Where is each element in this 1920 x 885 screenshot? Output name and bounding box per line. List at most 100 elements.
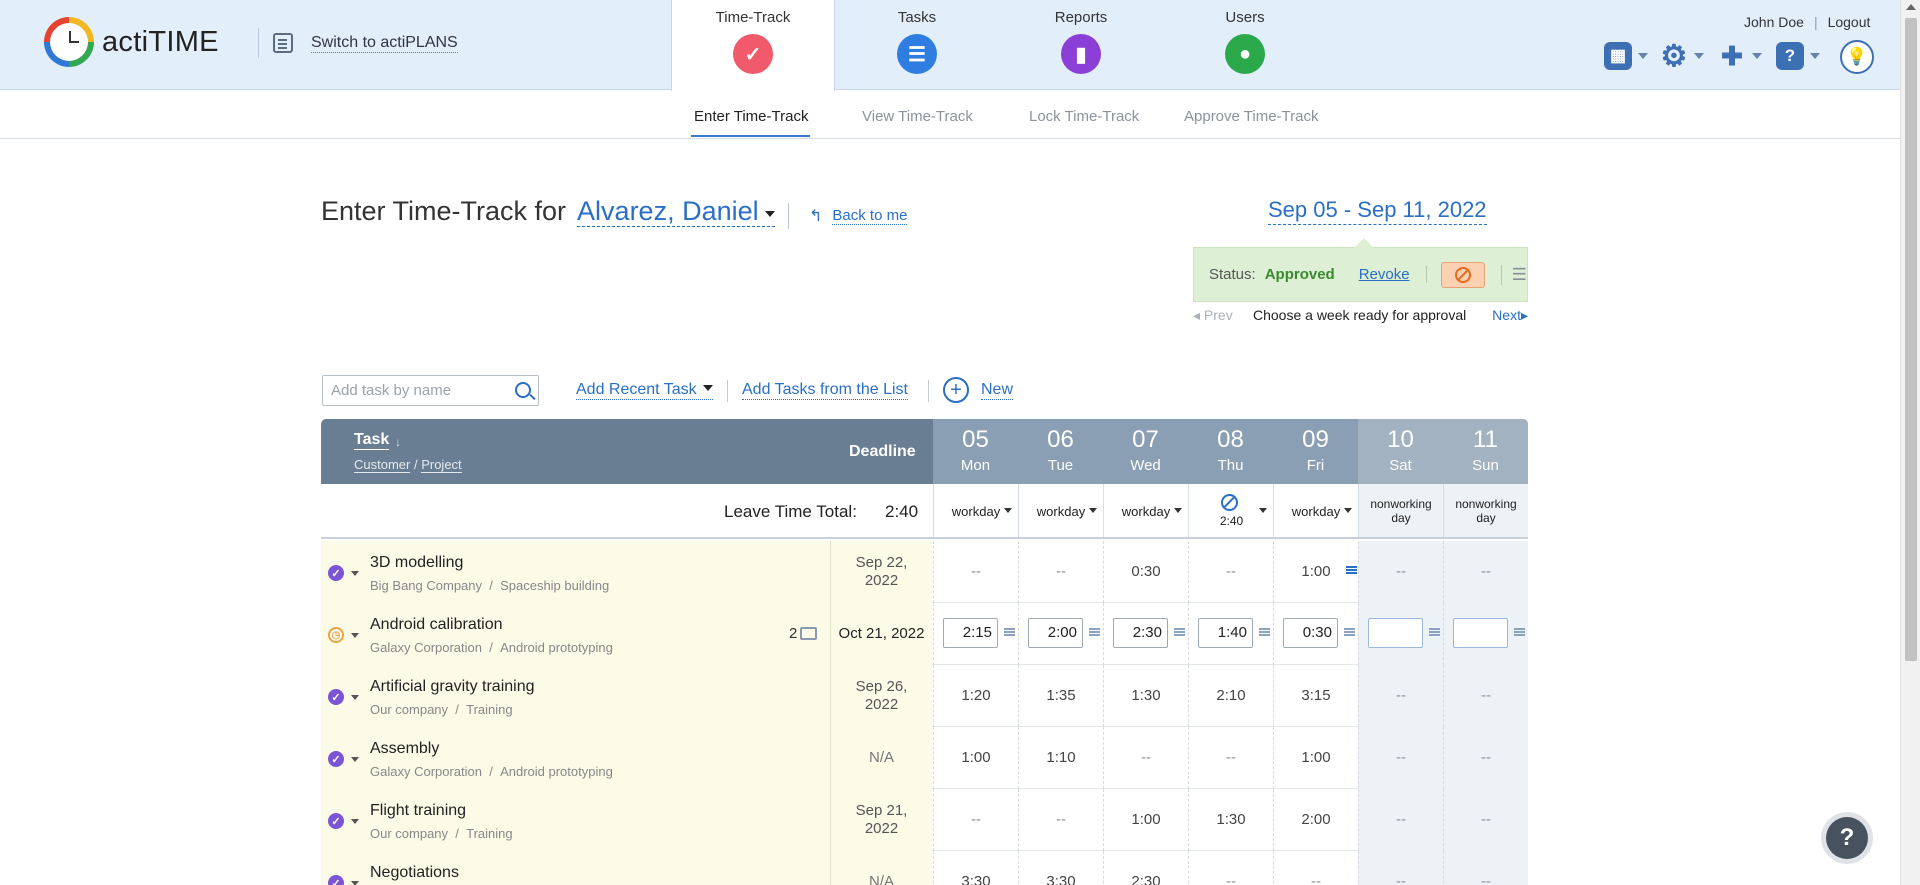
task-name[interactable]: Assembly [370,740,439,758]
next-week-link[interactable]: Next▸ [1492,307,1528,324]
tab-enter-time-track[interactable]: Enter Time-Track [694,108,808,125]
scrollbar-thumb[interactable] [1905,18,1917,661]
comment-lines-icon[interactable] [1174,628,1185,636]
comment-lines-icon[interactable] [1259,628,1270,636]
task-project[interactable]: Training [466,702,512,717]
time-cell [1358,603,1443,665]
help-menu[interactable]: ? [1776,42,1820,70]
task-name[interactable]: Android calibration [370,616,503,634]
new-task-link[interactable]: New [981,380,1014,400]
logout-link[interactable]: Logout [1828,14,1871,30]
tab-approve-time-track[interactable]: Approve Time-Track [1184,108,1318,125]
time-input[interactable] [1453,618,1508,648]
comment-lines-icon[interactable] [1004,628,1015,636]
task-name[interactable]: 3D modelling [370,554,463,572]
help-button[interactable]: ? [1826,817,1868,859]
task-name[interactable]: Artificial gravity training [370,678,535,696]
add-tasks-from-list-link[interactable]: Add Tasks from the List [742,380,908,400]
time-input[interactable]: 2:30 [1113,618,1168,648]
scroll-up-arrow-icon[interactable] [1906,4,1916,10]
settings-menu[interactable]: ⚙ [1660,40,1704,73]
leave-cell-wed[interactable]: workday [1103,484,1188,537]
customer-sort-link[interactable]: Customer [354,457,411,473]
comment-lines-icon[interactable] [1346,566,1357,574]
time-input[interactable] [1368,618,1423,648]
switch-to-actiplans[interactable]: Switch to actiPLANS [258,28,458,58]
week-date-range[interactable]: Sep 05 - Sep 11, 2022 [1268,196,1487,225]
comment-lines-icon[interactable] [1089,628,1100,636]
chevron-down-icon [1004,508,1012,513]
task-column-header[interactable]: Task [354,431,390,450]
task-list-icon: ☰ [897,34,937,74]
comments-count[interactable]: 2 [789,625,818,642]
chevron-down-icon[interactable] [351,819,359,824]
time-value: -- [1226,873,1236,885]
module-tab-tasks[interactable]: Tasks ☰ [835,0,999,91]
switch-label: Switch to actiPLANS [311,33,458,53]
clock-status-icon[interactable]: ◷ [328,627,344,643]
chevron-down-icon [1752,53,1762,59]
time-cell: 1:00 [1273,727,1358,789]
actitime-logo[interactable]: actiTIME [44,17,219,67]
completed-status-icon[interactable]: ✓ [328,565,344,581]
user-name-link[interactable]: John Doe [1744,14,1804,30]
completed-status-icon[interactable]: ✓ [328,875,344,885]
page-scrollbar[interactable] [1900,0,1920,885]
back-to-me-link[interactable]: ↰ Back to me [788,203,908,229]
completed-status-icon[interactable]: ✓ [328,751,344,767]
task-search-input[interactable] [323,376,503,405]
leave-cell-thu[interactable]: 2:40 [1188,484,1273,537]
time-input[interactable]: 2:15 [943,618,998,648]
completed-status-icon[interactable]: ✓ [328,813,344,829]
chevron-down-icon[interactable] [351,757,359,762]
module-tab-reports[interactable]: Reports ▮ [999,0,1163,91]
search-icon[interactable] [515,382,531,398]
comment-lines-icon[interactable] [1344,628,1355,636]
calendar-menu[interactable]: ▦ [1604,42,1648,70]
prev-week-link[interactable]: ◂ Prev [1193,307,1233,324]
task-project[interactable]: Spaceship building [500,578,609,593]
chevron-down-icon[interactable] [351,633,359,638]
add-recent-task-link[interactable]: Add Recent Task [576,380,713,400]
task-project[interactable]: Android prototyping [500,764,613,779]
chevron-down-icon[interactable] [351,571,359,576]
history-list-icon[interactable]: ☰ [1500,264,1527,285]
task-customer[interactable]: Our company [370,826,448,841]
time-input[interactable]: 2:00 [1028,618,1083,648]
user-selector[interactable]: Alvarez, Daniel [577,196,775,227]
tab-lock-time-track[interactable]: Lock Time-Track [1029,108,1139,125]
time-cell: 0:30 [1103,541,1188,603]
tab-view-time-track[interactable]: View Time-Track [862,108,973,125]
task-customer[interactable]: Big Bang Company [370,578,482,593]
reject-button[interactable] [1440,261,1485,288]
project-sort-link[interactable]: Project [421,457,462,473]
revoke-link[interactable]: Revoke [1359,266,1427,283]
task-name[interactable]: Negotiations [370,864,459,882]
chevron-down-icon [1694,53,1704,59]
time-input[interactable]: 0:30 [1283,618,1338,648]
task-customer[interactable]: Galaxy Corporation [370,640,482,655]
add-new-icon[interactable]: + [943,377,969,403]
leave-cell-tue[interactable]: workday [1018,484,1103,537]
table-row: ◷ Android calibration Galaxy Corporation /… [321,603,1528,665]
comment-lines-icon[interactable] [1514,628,1525,636]
module-tab-time-track[interactable]: Time-Track ✓ [671,0,835,91]
leave-cell-fri[interactable]: workday [1273,484,1358,537]
completed-status-icon[interactable]: ✓ [328,689,344,705]
comment-lines-icon[interactable] [1429,628,1440,636]
time-input[interactable]: 1:40 [1198,618,1253,648]
task-project[interactable]: Training [466,826,512,841]
module-tab-users[interactable]: Users ● [1163,0,1327,91]
chevron-down-icon[interactable] [351,881,359,885]
sort-down-icon[interactable]: ↓ [395,435,401,449]
table-row: ✓ Negotiations N/A 3:30 3:30 2:30 -- -- -- -- [321,851,1528,885]
task-name[interactable]: Flight training [370,802,466,820]
lightbulb-icon[interactable]: 💡 [1840,40,1874,74]
chevron-down-icon[interactable] [351,695,359,700]
leave-cell-mon[interactable]: workday [933,484,1018,537]
task-customer[interactable]: Our company [370,702,448,717]
task-customer[interactable]: Galaxy Corporation [370,764,482,779]
day-name: Sun [1472,457,1499,474]
addons-menu[interactable]: ✚ [1718,41,1762,71]
task-project[interactable]: Android prototyping [500,640,613,655]
